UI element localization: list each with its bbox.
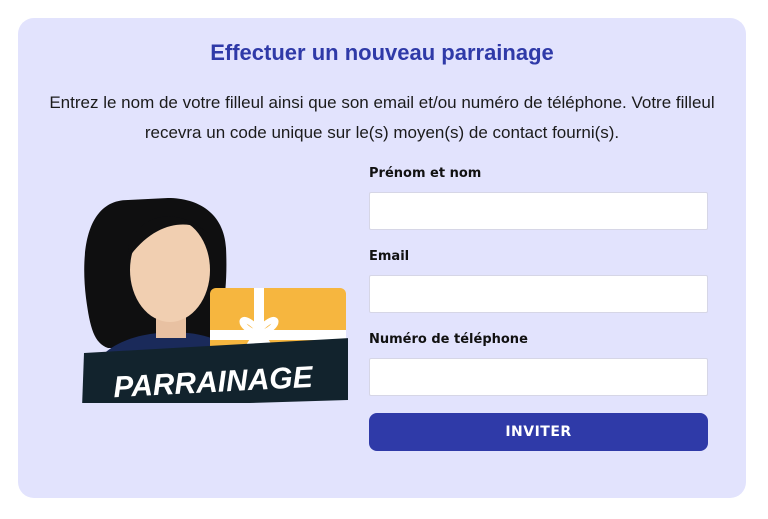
referral-card: Effectuer un nouveau parrainage Entrez l… [18,18,746,498]
email-field[interactable] [369,275,708,313]
name-field[interactable] [369,192,708,230]
phone-field[interactable] [369,358,708,396]
phone-label: Numéro de téléphone [369,332,528,347]
invite-button[interactable]: INVITER [369,413,708,451]
email-label: Email [369,249,410,264]
card-intro-text: Entrez le nom de votre filleul ainsi que… [49,93,715,142]
referral-form: Prénom et nom Email Numéro de téléphone … [369,166,708,451]
card-title: Effectuer un nouveau parrainage [210,40,554,65]
name-label: Prénom et nom [369,166,482,181]
referral-illustration: PARRAINAGE [58,178,348,403]
